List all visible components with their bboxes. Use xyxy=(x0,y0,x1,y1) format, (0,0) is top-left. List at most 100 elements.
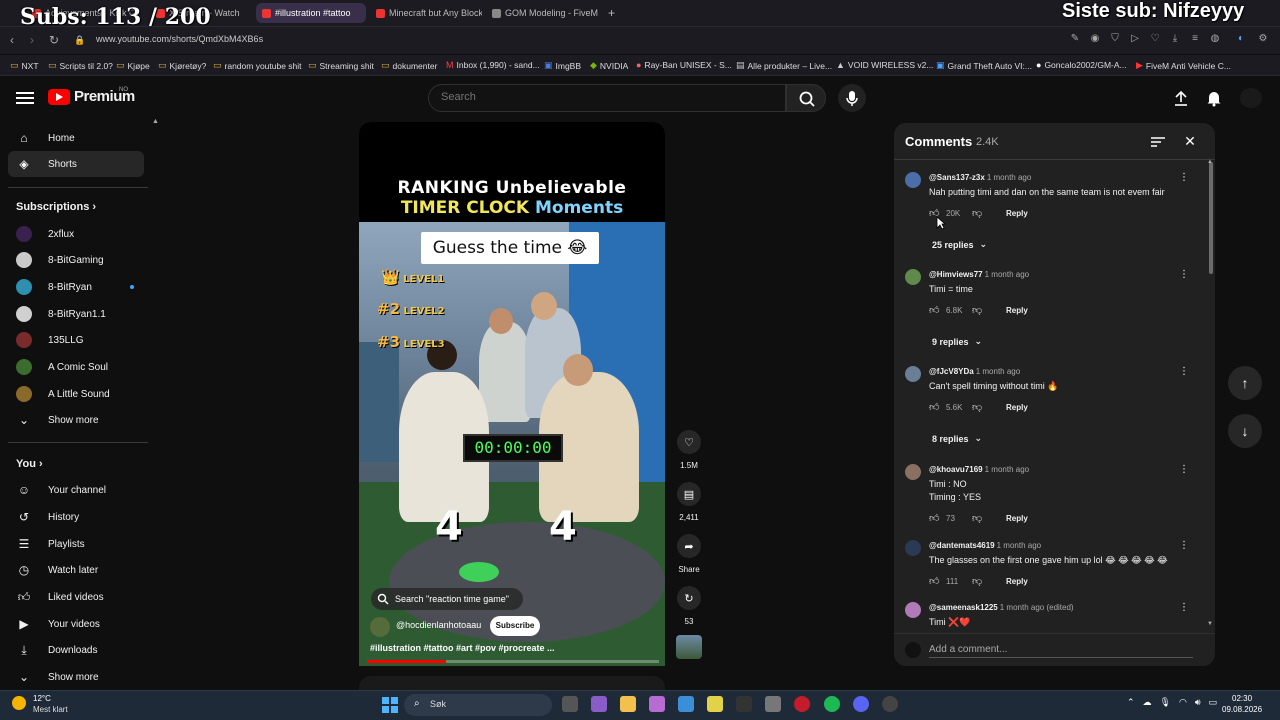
forward-icon[interactable]: › xyxy=(24,32,40,48)
sidebar-sub-135llg[interactable]: 135LLG xyxy=(8,327,144,353)
reply-button[interactable]: Reply xyxy=(1006,514,1028,523)
search-button[interactable] xyxy=(786,84,826,112)
commenter-avatar[interactable] xyxy=(905,366,921,382)
sidebar-item-playlists[interactable]: ☰ Playlists xyxy=(8,531,144,557)
sidebar-item-home[interactable]: ⌂ Home xyxy=(8,125,144,151)
sidebar-sub-8bitryan[interactable]: 8-BitRyan xyxy=(8,274,144,300)
commenter-avatar[interactable] xyxy=(905,172,921,188)
add-comment-input[interactable]: Add a comment... xyxy=(929,644,1193,658)
sidebar-sub-a-comic-soul[interactable]: A Comic Soul xyxy=(8,354,144,380)
commenter-avatar[interactable] xyxy=(905,602,921,618)
tab-minecraft[interactable]: Minecraft but Any Block is xyxy=(370,3,482,23)
bookmark-item[interactable]: ▭ dokumenter xyxy=(381,60,437,71)
you-heading[interactable]: You › xyxy=(16,458,43,470)
obs-icon[interactable] xyxy=(882,696,898,712)
menu-icon[interactable]: ≡ xyxy=(1188,32,1202,46)
commenter-avatar[interactable] xyxy=(905,464,921,480)
channel-avatar[interactable] xyxy=(370,617,390,637)
bookmark-item[interactable]: ● Ray-Ban UNISEX - S... xyxy=(636,60,732,70)
taskbar-search-box[interactable] xyxy=(404,694,552,716)
sound-thumbnail[interactable] xyxy=(676,635,702,659)
more-options-icon[interactable]: ⋮ xyxy=(1179,366,1189,378)
thumbs-up-icon[interactable]: 👍︎ xyxy=(929,304,941,316)
tab-shorts-active[interactable]: #illustration #tattoo xyxy=(256,3,366,23)
camera-icon[interactable]: ◉ xyxy=(1088,32,1102,46)
bookmark-item[interactable]: ▤ Alle produkter – Live... xyxy=(736,60,832,71)
thumbs-down-icon[interactable]: 👎︎ xyxy=(972,304,984,316)
thumbs-down-icon[interactable]: 👎︎ xyxy=(972,512,984,524)
view-replies-button[interactable]: 8 replies ⌄ xyxy=(932,433,982,444)
network-icon[interactable]: ☁ xyxy=(1143,697,1152,708)
upload-button[interactable] xyxy=(1172,89,1190,107)
subscriptions-heading[interactable]: Subscriptions › xyxy=(16,201,96,213)
app-icon[interactable] xyxy=(707,696,723,712)
like-button[interactable]: ♡ xyxy=(677,430,701,454)
search-input[interactable] xyxy=(441,91,771,103)
channel-name[interactable]: @hocdienlanhotoaau xyxy=(396,620,481,630)
bookmark-item[interactable]: ● Goncalo2002/GM-A... xyxy=(1036,60,1127,70)
shield-icon[interactable]: ⛉ xyxy=(1108,32,1122,46)
more-options-icon[interactable]: ⋮ xyxy=(1179,602,1189,614)
sidebar-item-watch-later[interactable]: ◷ Watch later xyxy=(8,557,144,583)
download-icon[interactable]: ⤓ xyxy=(1168,32,1182,46)
app-icon[interactable] xyxy=(591,696,607,712)
opera-icon[interactable] xyxy=(794,696,810,712)
heart-icon[interactable]: ♡ xyxy=(1148,32,1162,46)
file-explorer-icon[interactable] xyxy=(620,696,636,712)
subscribe-button[interactable]: Subscribe xyxy=(490,616,540,636)
sidebar-sub-2xflux[interactable]: 2xflux xyxy=(8,221,144,247)
volume-icon[interactable]: 🔊︎ xyxy=(1195,697,1201,708)
account-avatar[interactable] xyxy=(1240,88,1262,108)
task-view-icon[interactable] xyxy=(562,696,578,712)
thumbs-down-icon[interactable]: 👎︎ xyxy=(972,207,984,219)
bookmark-item[interactable]: ▭ Streaming shit xyxy=(308,60,374,71)
notifications-button[interactable] xyxy=(1205,89,1223,107)
voice-search-button[interactable] xyxy=(838,84,866,112)
sidebar-scroll-up-icon[interactable]: ▲ xyxy=(152,118,159,125)
reply-button[interactable]: Reply xyxy=(1006,577,1028,586)
bookmark-item[interactable]: ▭ Kjøretøy? xyxy=(158,60,206,71)
sidebar-item-your-channel[interactable]: ☺ Your channel xyxy=(8,477,144,503)
comments-button[interactable]: ▤ xyxy=(677,482,701,506)
more-options-icon[interactable]: ⋮ xyxy=(1179,540,1189,552)
edit-icon[interactable]: ✎ xyxy=(1068,32,1082,46)
more-options-icon[interactable]: ⋮ xyxy=(1179,464,1189,476)
thumbs-up-icon[interactable]: 👍︎ xyxy=(929,575,941,587)
sort-comments-icon[interactable] xyxy=(1150,135,1166,149)
close-comments-icon[interactable]: ✕ xyxy=(1182,133,1198,149)
more-options-icon[interactable]: ⋮ xyxy=(1179,269,1189,281)
new-tab-button[interactable]: + xyxy=(602,3,618,23)
thumbs-up-icon[interactable]: 👍︎ xyxy=(929,512,941,524)
extension-icon[interactable]: ◐ xyxy=(1234,32,1248,46)
battery-icon[interactable]: ▭ xyxy=(1209,697,1218,708)
previous-short-button[interactable]: ↑ xyxy=(1228,366,1262,400)
weather-sun-icon[interactable] xyxy=(12,696,26,710)
next-short-button[interactable]: ↓ xyxy=(1228,414,1262,448)
back-icon[interactable]: ‹ xyxy=(4,32,20,48)
bookmark-item[interactable]: ▶ FiveM Anti Vehicle C... xyxy=(1136,60,1231,71)
reload-icon[interactable]: ↻ xyxy=(46,32,62,48)
short-video-player[interactable]: RANKING Unbelievable TIMER CLOCK Moments… xyxy=(359,122,665,666)
sidebar-show-more-you[interactable]: ⌄ Show more xyxy=(8,664,144,690)
more-options-icon[interactable]: ⋮ xyxy=(1179,172,1189,184)
bookmark-item[interactable]: ▣ ImgBB xyxy=(544,60,581,71)
bookmark-item[interactable]: ▲ VOID WIRELESS v2... xyxy=(836,60,933,70)
discord-icon[interactable] xyxy=(853,696,869,712)
profile-icon[interactable]: ◍ xyxy=(1208,32,1222,46)
sidebar-sub-8bitryan11[interactable]: 8-BitRyan1.1 xyxy=(8,301,144,327)
scroll-down-arrow-icon[interactable]: ▼ xyxy=(1207,621,1213,627)
spotify-icon[interactable] xyxy=(824,696,840,712)
related-search-chip[interactable]: Search "reaction time game" xyxy=(371,588,523,610)
wifi-icon[interactable]: ◠ xyxy=(1179,697,1187,708)
video-hashtags[interactable]: #illustration #tattoo #art #pov #procrea… xyxy=(370,643,555,653)
thumbs-up-icon[interactable]: 👍︎ xyxy=(929,401,941,413)
thumbs-down-icon[interactable]: 👎︎ xyxy=(972,401,984,413)
thumbs-down-icon[interactable]: 👎︎ xyxy=(972,575,984,587)
view-replies-button[interactable]: 25 replies ⌄ xyxy=(932,239,987,250)
sidebar-sub-8bitgaming[interactable]: 8-BitGaming xyxy=(8,247,144,273)
reply-button[interactable]: Reply xyxy=(1006,403,1028,412)
sidebar-item-liked-videos[interactable]: 👍︎ Liked videos xyxy=(8,584,144,610)
commenter-avatar[interactable] xyxy=(905,540,921,556)
bookmark-item[interactable]: ▭ random youtube shit xyxy=(213,60,302,71)
sidebar-item-downloads[interactable]: ⤓ Downloads xyxy=(8,637,144,663)
